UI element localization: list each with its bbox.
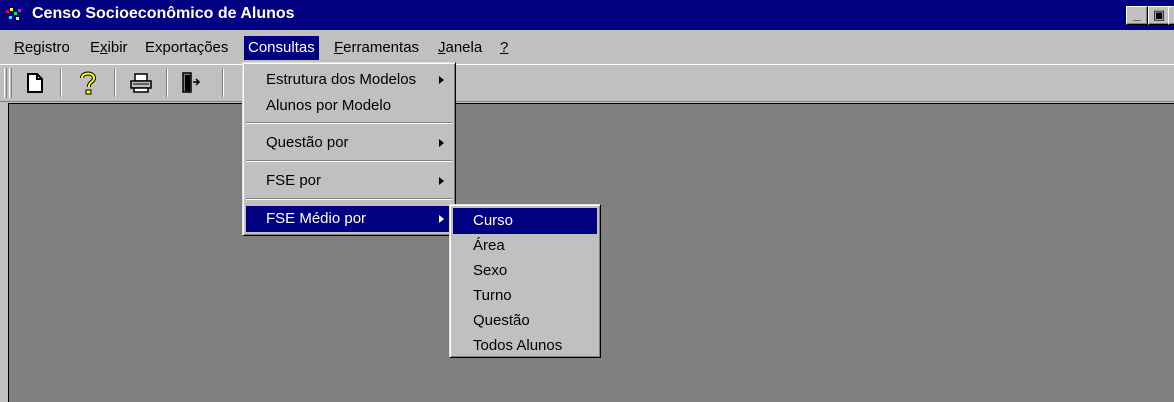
menu-separator — [246, 160, 452, 162]
close-button[interactable]: ✕ — [1168, 6, 1174, 25]
toolbar-grip[interactable] — [4, 68, 7, 98]
new-document-button[interactable] — [20, 69, 50, 97]
consultas-menu: Estrutura dos Modelos Alunos por Modelo … — [242, 62, 456, 236]
print-button[interactable] — [126, 69, 156, 97]
toolbar-separator — [222, 69, 224, 97]
submenu-item-todos-alunos[interactable]: Todos Alunos — [453, 333, 597, 359]
menu-item-fse-medio-por[interactable]: FSE Médio por — [246, 206, 452, 232]
menu-item-label: Alunos por Modelo — [266, 97, 392, 114]
menu-item-label: FSE Médio por — [266, 210, 367, 227]
menu-item-estrutura-dos-modelos[interactable]: Estrutura dos Modelos — [246, 67, 452, 93]
menu-consultas[interactable]: Consultas — [244, 36, 319, 60]
maximize-button[interactable]: ▣ — [1148, 6, 1170, 25]
toolbar — [0, 64, 1174, 102]
menu-separator — [246, 122, 452, 124]
help-icon — [80, 71, 97, 95]
window-title: Censo Socioeconômico de Alunos — [32, 5, 295, 22]
help-button[interactable] — [73, 69, 103, 97]
submenu-item-area[interactable]: Área — [453, 233, 597, 259]
submenu-arrow-icon — [439, 177, 444, 185]
submenu-arrow-icon — [439, 215, 444, 223]
menu-item-label: Estrutura dos Modelos — [266, 71, 417, 88]
toolbar-separator — [166, 69, 168, 97]
fse-medio-submenu: Curso Área Sexo Turno Questão Todos Alun… — [449, 204, 601, 358]
submenu-arrow-icon — [439, 76, 444, 84]
toolbar-separator — [60, 69, 62, 97]
toolbar-separator — [114, 69, 116, 97]
menu-bar: Registro Exibir Exportações Consultas Fe… — [0, 34, 1174, 62]
submenu-item-questao[interactable]: Questão — [453, 308, 597, 334]
menu-separator — [246, 198, 452, 200]
menu-ferramentas[interactable]: Ferramentas — [330, 36, 423, 60]
printer-icon — [130, 73, 152, 93]
menu-item-label: FSE por — [266, 172, 322, 189]
title-bar[interactable]: Censo Socioeconômico de Alunos _ ▣ ✕ — [0, 0, 1174, 30]
submenu-item-sexo[interactable]: Sexo — [453, 258, 597, 284]
menu-item-alunos-por-modelo[interactable]: Alunos por Modelo — [246, 93, 452, 119]
submenu-item-curso[interactable]: Curso — [453, 208, 597, 234]
menu-item-fse-por[interactable]: FSE por — [246, 168, 452, 194]
exit-button[interactable] — [176, 69, 206, 97]
toolbar-grip[interactable] — [9, 68, 12, 98]
menu-item-label: Questão por — [266, 134, 349, 151]
menu-exibir[interactable]: Exibir — [86, 36, 132, 60]
minimize-button[interactable]: _ — [1126, 6, 1148, 25]
menu-exportacoes[interactable]: Exportações — [141, 36, 232, 60]
menu-item-questao-por[interactable]: Questão por — [246, 130, 452, 156]
exit-door-icon — [182, 72, 201, 93]
menu-janela[interactable]: Janela — [434, 36, 486, 60]
submenu-arrow-icon — [439, 139, 444, 147]
application-window: Censo Socioeconômico de Alunos _ ▣ ✕ Reg… — [0, 0, 1174, 402]
menu-registro[interactable]: Registro — [10, 36, 74, 60]
submenu-item-turno[interactable]: Turno — [453, 283, 597, 309]
menu-help[interactable]: ? — [496, 36, 512, 60]
app-icon[interactable] — [6, 8, 24, 22]
new-document-icon — [27, 73, 43, 93]
